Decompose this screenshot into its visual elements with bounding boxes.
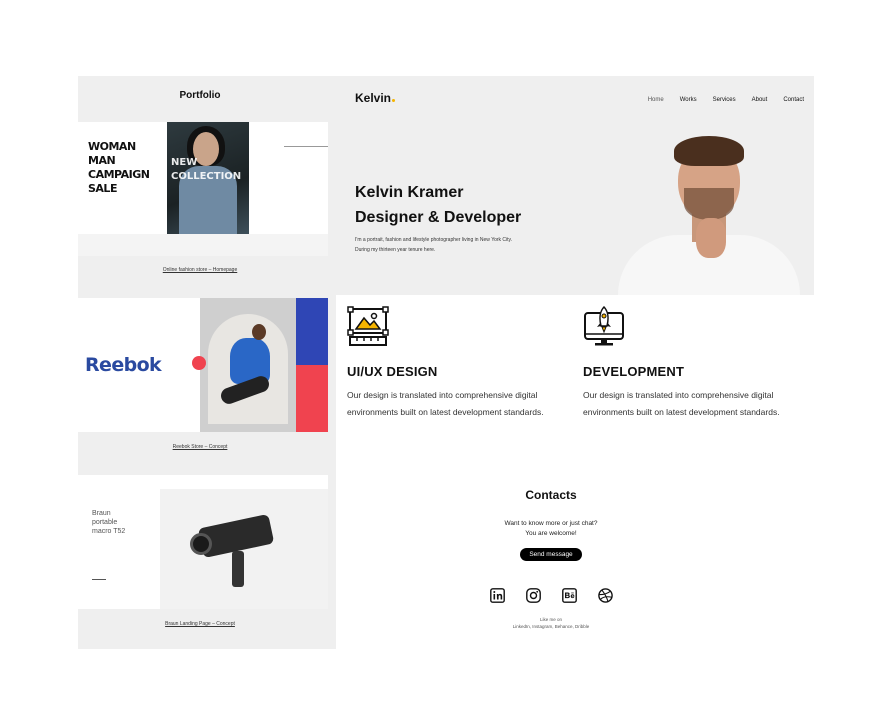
fashion-caption-link[interactable]: Online fashion store – Homepage	[78, 267, 322, 273]
send-message-button[interactable]: Send message	[520, 548, 582, 561]
main-nav: Home Works Services About Contact	[648, 97, 804, 103]
hero-headline: Kelvin Kramer Designer & Developer	[355, 180, 521, 230]
fashion-photo: NEW COLLECTION	[167, 122, 249, 234]
hero-section: Kelvin Home Works Services About Contact…	[336, 76, 814, 295]
portfolio-thumb-fashion[interactable]: WOMAN MAN CAMPAIGN SALE NEW COLLECTION	[78, 122, 328, 256]
behance-icon[interactable]	[561, 587, 577, 603]
contacts-prompt: Want to know more or just chat? You are …	[336, 519, 766, 539]
contacts-section: Contacts Want to know more or just chat?…	[336, 488, 766, 630]
social-like-text: Like me on LinkedIn, Instagram, Behance,…	[336, 616, 766, 630]
nav-services[interactable]: Services	[713, 97, 736, 103]
hero-role: Designer & Developer	[355, 209, 522, 226]
contacts-prompt-line-2: You are welcome!	[525, 530, 577, 537]
braun-caption-link[interactable]: Braun Landing Page – Concept	[78, 621, 322, 627]
service-development-description: Our design is translated into comprehens…	[583, 390, 780, 417]
service-uiux: UI/UX DESIGN Our design is translated in…	[347, 306, 567, 420]
portfolio-thumb-reebok[interactable]: Reebok	[78, 298, 328, 432]
contacts-prompt-line-1: Want to know more or just chat?	[504, 520, 598, 527]
portfolio-title: Portfolio	[179, 90, 221, 101]
page-frame: Portfolio WOMAN MAN CAMPAIGN SALE NEW CO…	[78, 76, 814, 649]
hero-sub-line-1: I'm a portrait, fashion and lifestyle ph…	[355, 237, 513, 243]
nav-home[interactable]: Home	[648, 97, 664, 103]
design-frame-icon	[347, 306, 389, 346]
dribbble-icon[interactable]	[597, 587, 613, 603]
service-uiux-description: Our design is translated into comprehens…	[347, 390, 544, 417]
braun-product-text: Braun portable macro T52	[92, 510, 126, 535]
linkedin-icon[interactable]	[489, 587, 505, 603]
portfolio-column: Portfolio WOMAN MAN CAMPAIGN SALE NEW CO…	[78, 76, 336, 649]
service-development: DEVELOPMENT Our design is translated int…	[583, 306, 803, 420]
nav-contact[interactable]: Contact	[783, 97, 804, 103]
fashion-footer-bar	[78, 234, 328, 256]
hero-sub-line-2: During my thirteen year tenure here.	[355, 247, 436, 253]
fashion-big-text: WOMAN MAN CAMPAIGN SALE	[88, 140, 150, 195]
fashion-overlay-text: NEW COLLECTION	[171, 157, 242, 182]
service-development-title: DEVELOPMENT	[583, 364, 685, 379]
service-uiux-title: UI/UX DESIGN	[347, 364, 438, 379]
social-links	[336, 587, 766, 603]
hero-subtitle: I'm a portrait, fashion and lifestyle ph…	[355, 235, 575, 255]
braun-camera-photo	[160, 489, 328, 609]
reebok-photo	[200, 298, 296, 432]
portfolio-thumb-braun[interactable]: Braun portable macro T52	[78, 475, 328, 609]
nav-works[interactable]: Works	[680, 97, 697, 103]
brand-logo[interactable]: Kelvin	[355, 91, 396, 105]
contacts-title: Contacts	[525, 488, 577, 502]
reebok-caption-link[interactable]: Reebok Store – Concept	[78, 444, 322, 450]
social-like-line-2: LinkedIn, Instagram, Behance, Dribble	[512, 624, 590, 629]
brand-name: Kelvin	[355, 91, 392, 105]
arrow-right-icon	[92, 579, 106, 580]
hero-name: Kelvin Kramer	[355, 184, 464, 201]
rocket-monitor-icon	[584, 306, 624, 346]
instagram-icon[interactable]	[525, 587, 541, 603]
hero-portrait	[618, 132, 800, 295]
reebok-play-icon	[192, 356, 206, 370]
reebok-logo: Reebok	[85, 354, 162, 376]
social-like-line-1: Like me on	[539, 617, 562, 622]
nav-about[interactable]: About	[752, 97, 768, 103]
brand-dot-icon	[392, 99, 396, 102]
